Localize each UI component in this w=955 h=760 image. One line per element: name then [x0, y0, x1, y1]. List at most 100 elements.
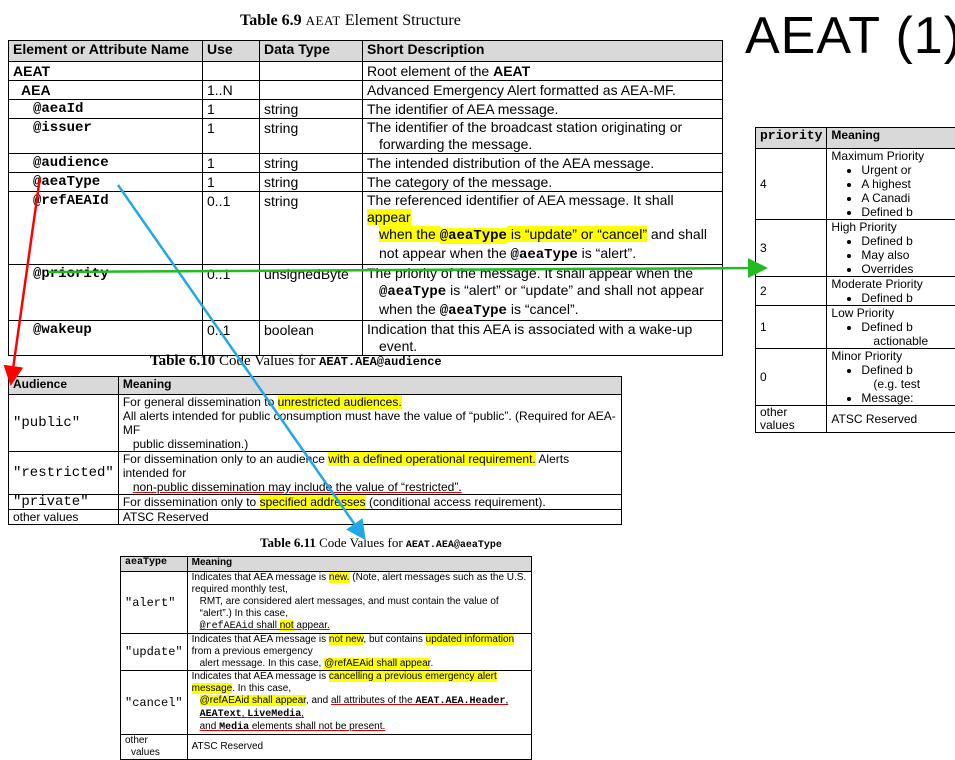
row-name: AEA: [9, 81, 203, 100]
table-row: @refAEAId 0..1 string The referenced ide…: [9, 192, 723, 265]
table-row: "alert" Indicates that AEA message is ne…: [121, 572, 532, 634]
col-header-type: Data Type: [260, 41, 363, 62]
audience-meaning: For dissemination only to specified addr…: [118, 495, 621, 510]
aeatype-meaning: Indicates that AEA message is new. (Note…: [187, 572, 531, 634]
row-desc: The referenced identifier of AEA message…: [363, 192, 723, 265]
row-desc: The identifier of AEA message.: [363, 100, 723, 119]
table-row: "private" For dissemination only to spec…: [9, 495, 622, 510]
row-use: 0..1: [203, 321, 260, 356]
row-name: AEAT: [9, 62, 203, 81]
table-header-row: Audience Meaning: [9, 377, 622, 395]
aeatype-code: "alert": [121, 572, 188, 634]
row-name: @wakeup: [9, 321, 203, 356]
audience-code: other values: [9, 510, 119, 525]
aeatype-meaning: ATSC Reserved: [187, 735, 531, 760]
table-row: other values ATSC Reserved: [756, 406, 955, 433]
row-type: string: [260, 100, 363, 119]
table-row: 0 Minor Priority Defined b (e.g. test Me…: [756, 349, 955, 406]
table-row: @aeaId 1 string The identifier of AEA me…: [9, 100, 723, 119]
priority-value: 3: [756, 220, 827, 277]
row-type: boolean: [260, 321, 363, 356]
row-type: unsignedByte: [260, 265, 363, 321]
row-desc: Root element of the AEAT: [363, 62, 723, 81]
row-name: @aeaId: [9, 100, 203, 119]
audience-meaning: For general dissemination to unrestricte…: [118, 395, 621, 452]
table-6-9-caption: Table 6.9 AEAT Element Structure: [240, 12, 461, 30]
table-row: @wakeup 0..1 boolean Indication that thi…: [9, 321, 723, 356]
priority-value: 2: [756, 277, 827, 306]
audience-code: "private": [9, 495, 119, 510]
aeatype-code: "update": [121, 634, 188, 671]
col-header-use: Use: [203, 41, 260, 62]
row-name: @audience: [9, 154, 203, 173]
row-use: [203, 62, 260, 81]
table-row: other values ATSC Reserved: [9, 510, 622, 525]
row-name: @aeaType: [9, 173, 203, 192]
table-row: "cancel" Indicates that AEA message is c…: [121, 671, 532, 735]
row-type: string: [260, 192, 363, 265]
col-header-aeatype: aeaType: [121, 557, 188, 572]
row-desc: The identifier of the broadcast station …: [363, 119, 723, 154]
table-row: othervalues ATSC Reserved: [121, 735, 532, 760]
row-desc: The priority of the message. It shall ap…: [363, 265, 723, 321]
audience-code-values-table: Audience Meaning "public" For general di…: [8, 376, 622, 525]
row-use: 0..1: [203, 192, 260, 265]
priority-table-clip: priority Meaning 4 Maximum Priority Urge…: [755, 127, 955, 497]
priority-value: 0: [756, 349, 827, 406]
table-header-row: aeaType Meaning: [121, 557, 532, 572]
row-type: [260, 62, 363, 81]
audience-meaning: ATSC Reserved: [118, 510, 621, 525]
priority-meaning: High Priority Defined bMay alsoOverrides: [827, 220, 955, 277]
table-6-10-caption: Table 6.10 Code Values for AEAT.AEA@audi…: [150, 353, 442, 370]
priority-value: other values: [756, 406, 827, 433]
priority-meaning-table: priority Meaning 4 Maximum Priority Urge…: [755, 127, 955, 433]
table-header-row: priority Meaning: [756, 128, 955, 149]
table-row: 2 Moderate Priority Defined b: [756, 277, 955, 306]
row-type: string: [260, 119, 363, 154]
row-use: 1: [203, 119, 260, 154]
row-desc: The intended distribution of the AEA mes…: [363, 154, 723, 173]
aeatype-code-values-table: aeaType Meaning "alert" Indicates that A…: [120, 556, 532, 760]
row-name: @priority: [9, 265, 203, 321]
col-header-meaning: Meaning: [827, 128, 955, 149]
slide-title: AEAT (1): [745, 6, 955, 66]
row-name: @refAEAId: [9, 192, 203, 265]
priority-meaning: Maximum Priority Urgent orA highestA Can…: [827, 149, 955, 220]
table-row: "public" For general dissemination to un…: [9, 395, 622, 452]
table-row: 1 Low Priority Defined b actionable: [756, 306, 955, 349]
aeat-element-structure-table: Element or Attribute Name Use Data Type …: [8, 40, 723, 356]
col-header-audience: Audience: [9, 377, 119, 395]
row-use: 1: [203, 173, 260, 192]
aeatype-meaning: Indicates that AEA message is not new, b…: [187, 634, 531, 671]
table-row: @priority 0..1 unsignedByte The priority…: [9, 265, 723, 321]
priority-value: 1: [756, 306, 827, 349]
row-type: [260, 81, 363, 100]
table-row: @issuer 1 string The identifier of the b…: [9, 119, 723, 154]
row-type: string: [260, 154, 363, 173]
row-type: string: [260, 173, 363, 192]
aeatype-code: "cancel": [121, 671, 188, 735]
row-use: 1..N: [203, 81, 260, 100]
col-header-meaning: Meaning: [118, 377, 621, 395]
audience-code: "public": [9, 395, 119, 452]
priority-meaning: Low Priority Defined b actionable: [827, 306, 955, 349]
row-use: 1: [203, 154, 260, 173]
row-desc: The category of the message.: [363, 173, 723, 192]
table-row: AEAT Root element of the AEAT: [9, 62, 723, 81]
row-desc: Indication that this AEA is associated w…: [363, 321, 723, 356]
table-row: @aeaType 1 string The category of the me…: [9, 173, 723, 192]
col-header-meaning: Meaning: [187, 557, 531, 572]
priority-meaning: Moderate Priority Defined b: [827, 277, 955, 306]
col-header-name: Element or Attribute Name: [9, 41, 203, 62]
row-name: @issuer: [9, 119, 203, 154]
aeatype-meaning: Indicates that AEA message is cancelling…: [187, 671, 531, 735]
priority-meaning: Minor Priority Defined b (e.g. test Mess…: [827, 349, 955, 406]
priority-meaning: ATSC Reserved: [827, 406, 955, 433]
row-use: 0..1: [203, 265, 260, 321]
table-row: @audience 1 string The intended distribu…: [9, 154, 723, 173]
aeatype-code: othervalues: [121, 735, 188, 760]
priority-value: 4: [756, 149, 827, 220]
row-use: 1: [203, 100, 260, 119]
audience-meaning: For dissemination only to an audience wi…: [118, 452, 621, 495]
table-6-11-caption: Table 6.11 Code Values for AEAT.AEA@aeaT…: [260, 535, 502, 551]
